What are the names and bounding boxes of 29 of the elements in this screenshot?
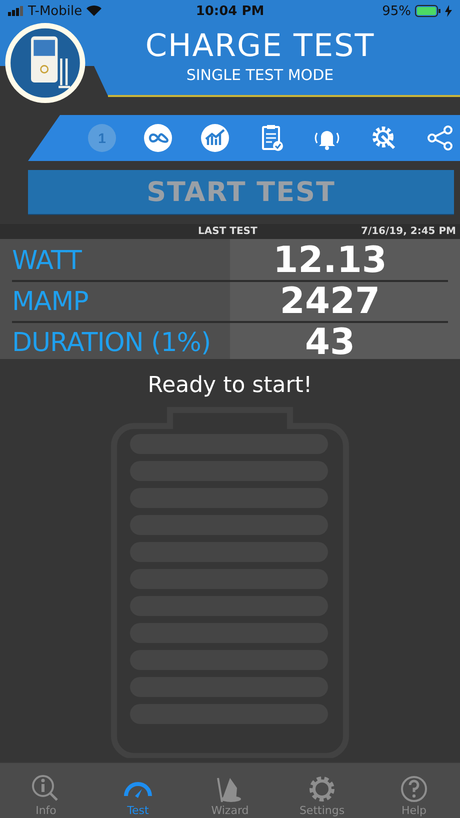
infinity-icon — [144, 124, 172, 152]
chart-icon — [200, 124, 229, 152]
info-tab[interactable]: Info — [11, 774, 81, 818]
settings-tab[interactable]: Settings — [287, 774, 357, 818]
clock-time: 10:04 PM — [196, 4, 264, 18]
screen-title: CHARGE TEST — [144, 28, 376, 64]
metric-label: WATT — [12, 246, 83, 276]
gear-wrench-icon — [370, 124, 398, 152]
charging-icon — [445, 5, 452, 17]
last-test-date: 7/16/19, 2:45 PM — [360, 226, 456, 236]
last-test-label: LAST TEST — [198, 226, 258, 236]
metric-value: 43 — [304, 322, 356, 363]
battery-icon — [415, 5, 441, 17]
help-tab[interactable]: Help — [379, 774, 449, 818]
test-tab[interactable]: Test — [103, 774, 173, 818]
circle-icon — [88, 124, 116, 152]
metric-value: 12.13 — [272, 240, 388, 281]
screen-subtitle: SINGLE TEST MODE — [185, 66, 335, 84]
status-message: Ready to start! — [146, 373, 314, 398]
carrier-name: T-Mobile — [28, 4, 82, 18]
help-icon — [398, 774, 430, 804]
battery-percent: 95% — [382, 4, 411, 18]
metric-label: MAMP — [12, 286, 90, 316]
share-icon — [426, 124, 454, 152]
wizard-tab[interactable]: Wizard — [195, 774, 265, 818]
signal-icon — [8, 6, 24, 16]
metric-label: DURATION (1%) — [12, 328, 212, 358]
metric-value: 2427 — [278, 281, 382, 322]
wifi-icon — [86, 5, 102, 17]
